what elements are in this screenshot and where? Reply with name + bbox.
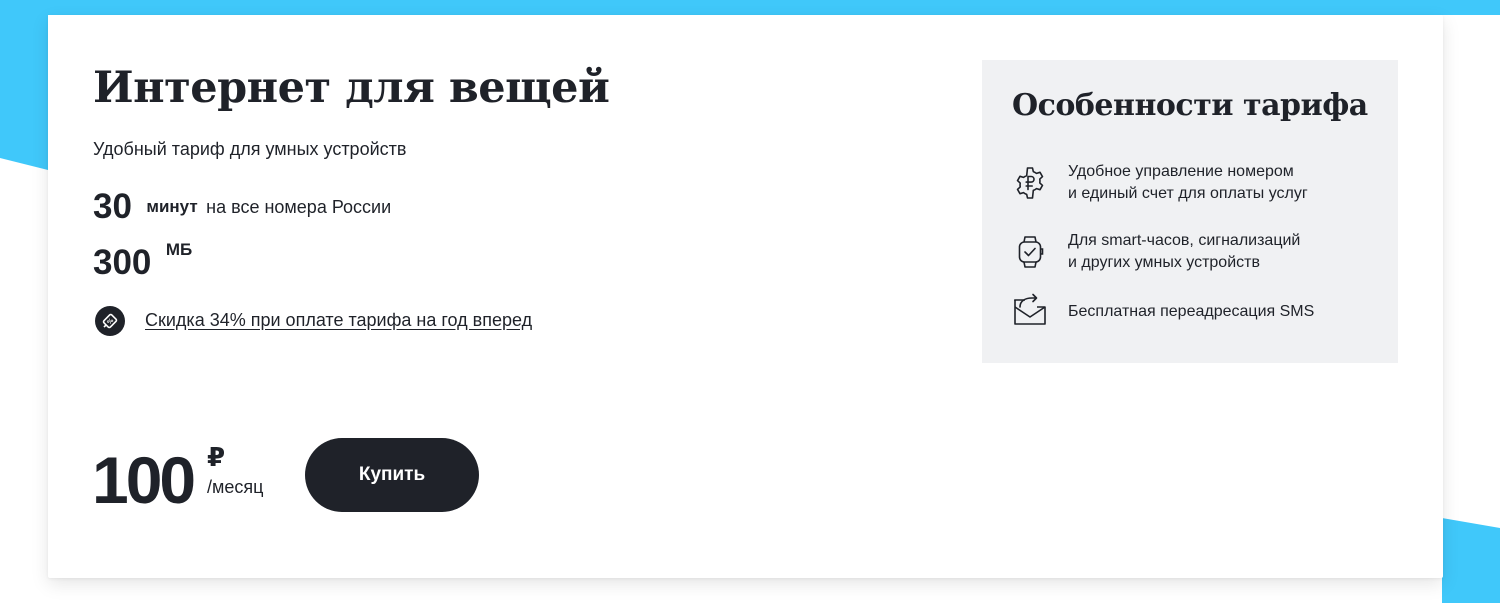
feature-text-line: Удобное управление номером (1068, 163, 1294, 180)
smartwatch-icon (1018, 236, 1044, 268)
buy-button[interactable]: Купить (305, 438, 479, 512)
feature-text-line: Бесплатная переадресация SMS (1068, 303, 1315, 320)
tariff-title: Интернет для вещей (93, 63, 610, 113)
minutes-description: на все номера России (206, 196, 392, 217)
minutes-row: 30 минут на все номера России (93, 187, 391, 227)
price-period: /месяц (207, 477, 264, 497)
data-row: 300 МБ (93, 240, 192, 283)
discount-link[interactable]: Скидка 34% при оплате тарифа на год впер… (145, 310, 532, 331)
price-currency: ₽ (207, 442, 226, 472)
feature-text-line: Для smart-часов, сигнализаций (1068, 232, 1301, 249)
features-panel: Особенности тарифа Удобное управление но… (982, 60, 1398, 363)
sms-forward-icon (1014, 293, 1046, 325)
price-amount: 100 (92, 443, 196, 517)
tariff-subtitle: Удобный тариф для умных устройств (93, 139, 407, 159)
tariff-card: Интернет для вещей Удобный тариф для умн… (48, 15, 1443, 578)
ruble-gear-icon (1016, 167, 1044, 199)
minutes-unit: минут (146, 197, 198, 216)
feature-text-line: и других умных устройств (1068, 254, 1260, 271)
discount-tag-icon: % (95, 306, 125, 336)
data-value: 300 (93, 242, 152, 282)
feature-text-line: и единый счет для оплаты услуг (1068, 185, 1308, 202)
data-unit: МБ (165, 240, 193, 259)
features-title: Особенности тарифа (1012, 88, 1368, 123)
minutes-value: 30 (93, 187, 132, 226)
